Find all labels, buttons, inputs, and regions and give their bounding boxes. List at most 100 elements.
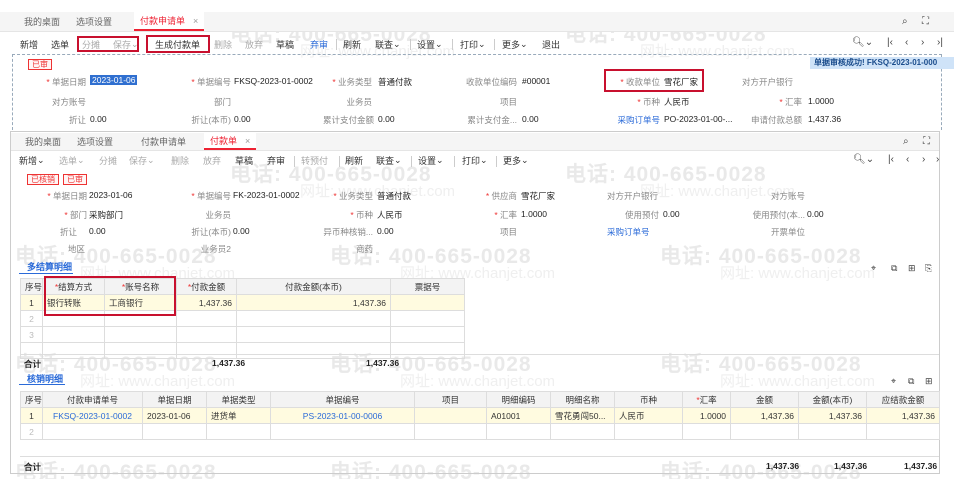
- table-cell[interactable]: [270, 423, 415, 440]
- select-button[interactable]: 选单 ⌄: [59, 152, 85, 169]
- table-cell[interactable]: [798, 423, 867, 440]
- link-query-button[interactable]: 联查 ⌄: [375, 35, 401, 53]
- bill-no-cell[interactable]: [390, 294, 465, 311]
- search-icon[interactable]: ⌕: [903, 136, 909, 147]
- prev-record-icon[interactable]: ‹: [905, 37, 908, 48]
- tab-my-desktop[interactable]: 我的桌面: [18, 12, 66, 31]
- print-button[interactable]: 打印 ⌄: [462, 152, 488, 169]
- prepay-local-input[interactable]: 0.00: [807, 209, 824, 219]
- rate-input[interactable]: 1.0000: [521, 209, 547, 219]
- table-cell[interactable]: [236, 326, 391, 343]
- next-record-icon[interactable]: ›: [921, 37, 924, 48]
- table-cell[interactable]: [614, 423, 683, 440]
- table-row[interactable]: 1 FKSQ-2023-01-0002 2023-01-06 进货单 PS-20…: [20, 407, 940, 424]
- table-cell[interactable]: [206, 423, 271, 440]
- tab-options[interactable]: 选项设置: [71, 133, 119, 150]
- more-button[interactable]: 更多 ⌄: [503, 152, 529, 169]
- new-button[interactable]: 新增 ⌄: [19, 152, 45, 169]
- columns-icon[interactable]: ⊞: [925, 376, 933, 387]
- doc-no-input[interactable]: FKSQ-2023-01-0002: [234, 76, 313, 86]
- tab-options[interactable]: 选项设置: [70, 12, 118, 31]
- refresh-button[interactable]: 刷新: [343, 35, 361, 53]
- select-button[interactable]: 选单: [51, 35, 69, 53]
- allocate-button[interactable]: 分摊: [99, 152, 117, 169]
- amount-cell[interactable]: 1,437.36: [176, 294, 237, 311]
- export-icon[interactable]: ⎘: [925, 263, 932, 274]
- unaudit-button[interactable]: 弃审: [267, 152, 285, 169]
- po-link[interactable]: 采购订单号: [606, 114, 660, 126]
- table-row[interactable]: 3: [20, 326, 465, 343]
- draft-button[interactable]: 草稿: [235, 152, 253, 169]
- last-record-icon[interactable]: ›|: [937, 37, 943, 48]
- discount-local-input[interactable]: 0.00: [233, 226, 250, 236]
- table-row[interactable]: 2: [20, 423, 940, 440]
- tab-payment-request[interactable]: 付款申请单 ×: [134, 12, 205, 31]
- settings-button[interactable]: 设置 ⌄: [418, 152, 444, 169]
- currency-select[interactable]: 人民币: [664, 96, 690, 108]
- tab-my-desktop[interactable]: 我的桌面: [19, 133, 67, 150]
- refresh-button[interactable]: 刷新: [345, 152, 363, 169]
- fullscreen-icon[interactable]: ⛶: [922, 16, 929, 27]
- table-cell[interactable]: [236, 310, 391, 327]
- draft-button[interactable]: 草稿: [276, 35, 294, 53]
- table-cell[interactable]: [730, 423, 799, 440]
- location-icon[interactable]: ⌖: [891, 376, 896, 387]
- discount-input[interactable]: 0.00: [89, 226, 106, 236]
- table-cell[interactable]: [550, 423, 615, 440]
- biz-type-select[interactable]: 普通付款: [378, 76, 412, 88]
- find-icon[interactable]: 🔍︎⌄: [852, 37, 873, 48]
- table-cell[interactable]: [866, 423, 940, 440]
- table-cell[interactable]: [104, 326, 177, 343]
- table-cell[interactable]: [486, 423, 551, 440]
- discard-button[interactable]: 放弃: [203, 152, 221, 169]
- tab-payment-request[interactable]: 付款申请单: [135, 133, 192, 150]
- first-record-icon[interactable]: |‹: [888, 154, 894, 165]
- payee-code-input[interactable]: #00001: [522, 76, 550, 86]
- table-cell[interactable]: [176, 310, 237, 327]
- location-icon[interactable]: ⌖: [871, 263, 876, 274]
- first-record-icon[interactable]: |‹: [887, 37, 893, 48]
- doc-no-link[interactable]: PS-2023-01-00-0006: [270, 407, 415, 424]
- amount-local-cell[interactable]: 1,437.36: [236, 294, 391, 311]
- exit-button[interactable]: 退出: [542, 35, 560, 53]
- request-no-link[interactable]: FKSQ-2023-01-0002: [42, 407, 143, 424]
- rate-input[interactable]: 1.0000: [808, 96, 834, 106]
- close-icon[interactable]: ×: [245, 136, 250, 146]
- discount-input[interactable]: 0.00: [90, 114, 107, 124]
- find-icon[interactable]: 🔍︎⌄: [853, 154, 874, 165]
- doc-date-input[interactable]: 2023-01-06: [89, 190, 132, 200]
- delete-button[interactable]: 删除: [214, 35, 232, 53]
- fullscreen-icon[interactable]: ⛶: [923, 136, 930, 147]
- tab-payment[interactable]: 付款单 ×: [204, 133, 257, 150]
- settings-button[interactable]: 设置 ⌄: [417, 35, 443, 53]
- table-cell[interactable]: [142, 423, 207, 440]
- table-cell[interactable]: [42, 326, 105, 343]
- table-cell[interactable]: [42, 423, 143, 440]
- new-button[interactable]: 新增: [20, 35, 38, 53]
- currency-select[interactable]: 人民币: [377, 209, 403, 221]
- unaudit-button[interactable]: 弃审: [310, 35, 328, 53]
- to-prepay-button[interactable]: 转预付: [301, 152, 328, 169]
- search-icon[interactable]: ⌕: [902, 16, 908, 27]
- table-cell[interactable]: [176, 326, 237, 343]
- table-cell[interactable]: [390, 310, 465, 327]
- dept-input[interactable]: 采购部门: [89, 209, 123, 221]
- close-icon[interactable]: ×: [193, 16, 198, 26]
- copy-icon[interactable]: ⧉: [908, 376, 914, 387]
- doc-date-input[interactable]: 2023-01-06: [90, 75, 138, 85]
- copy-icon[interactable]: ⧉: [891, 263, 897, 274]
- print-button[interactable]: 打印 ⌄: [460, 35, 486, 53]
- table-cell[interactable]: [682, 423, 731, 440]
- supplier-input[interactable]: 雪花厂家: [521, 190, 555, 202]
- discard-button[interactable]: 放弃: [245, 35, 263, 53]
- table-cell[interactable]: [390, 326, 465, 343]
- columns-icon[interactable]: ⊞: [908, 263, 916, 274]
- discount-local-input[interactable]: 0.00: [234, 114, 251, 124]
- po-link[interactable]: 采购订单号: [607, 226, 659, 238]
- delete-button[interactable]: 删除: [171, 152, 189, 169]
- more-button[interactable]: 更多 ⌄: [502, 35, 528, 53]
- prepay-input[interactable]: 0.00: [663, 209, 680, 219]
- prev-record-icon[interactable]: ‹: [906, 154, 909, 165]
- save-button[interactable]: 保存 ⌄: [129, 152, 155, 169]
- link-query-button[interactable]: 联查 ⌄: [376, 152, 402, 169]
